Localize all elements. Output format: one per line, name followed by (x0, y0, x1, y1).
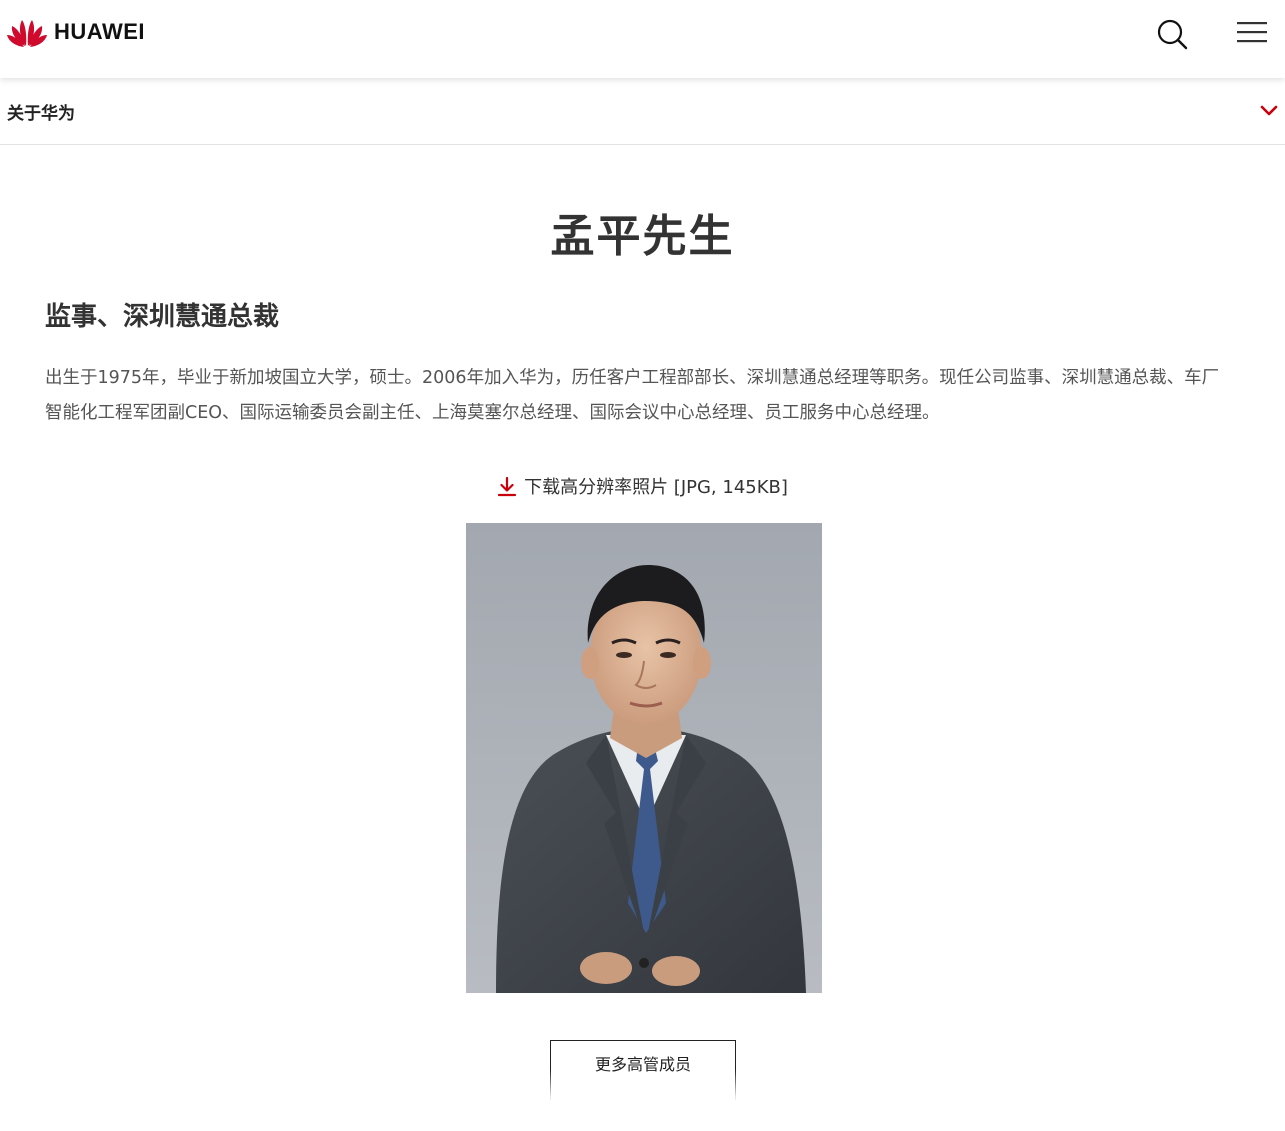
section-nav-label[interactable]: 关于华为 (7, 99, 75, 124)
position-title: 监事、深圳慧通总裁 (45, 302, 280, 332)
brand-name: HUAWEI (54, 19, 145, 44)
section-nav-toggle[interactable] (1258, 100, 1280, 122)
biography-text: 出生于1975年，毕业于新加坡国立大学，硕士。2006年加入华为，历任客户工程部… (45, 368, 1220, 423)
download-icon (497, 476, 517, 497)
search-icon (1157, 19, 1188, 50)
chevron-down-icon (1260, 105, 1278, 116)
hamburger-menu-icon (1237, 22, 1267, 43)
download-label: 下载高分辨率照片 [JPG, 145KB] (524, 477, 788, 498)
search-button[interactable] (1154, 16, 1190, 52)
bottom-fade (0, 1070, 1285, 1131)
huawei-petal-logo-icon (7, 20, 47, 47)
section-nav: 关于华为 (0, 78, 1285, 145)
page: HUAWEI 关于华为 孟平先生 监事、深圳慧通总裁 出生于1975年，毕业于新… (0, 0, 1285, 1131)
page-title: 孟平先生 (550, 211, 735, 262)
menu-button[interactable] (1234, 18, 1270, 48)
download-photo-link[interactable]: 下载高分辨率照片 [JPG, 145KB] (497, 473, 788, 499)
portrait-image (466, 523, 822, 993)
download-row: 下载高分辨率照片 [JPG, 145KB] (0, 473, 1285, 502)
portrait-photo (466, 523, 822, 993)
top-header: HUAWEI (0, 0, 1285, 78)
huawei-logo[interactable]: HUAWEI (6, 16, 145, 48)
